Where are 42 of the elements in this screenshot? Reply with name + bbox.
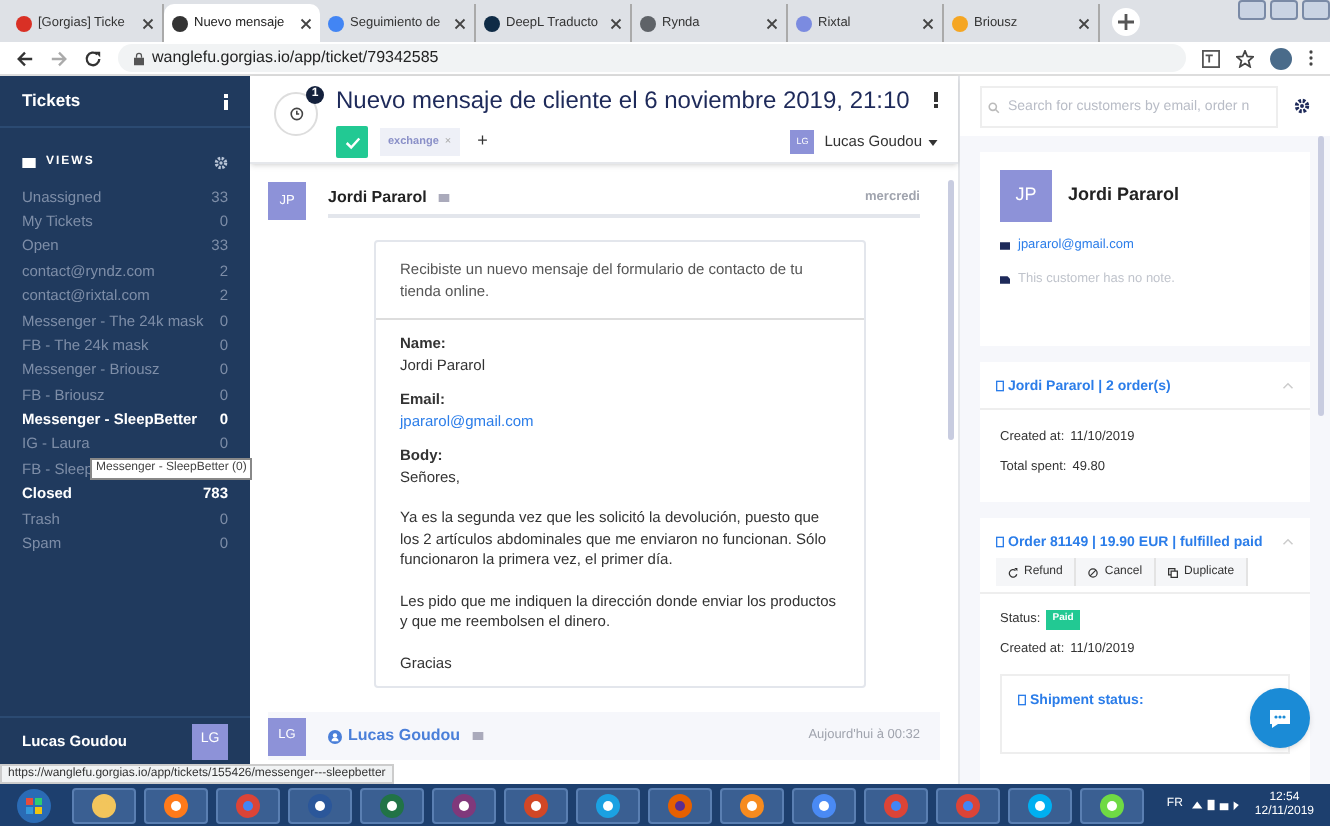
chat-icon (1268, 706, 1292, 730)
url-text: wanglefu.gorgias.io/app/ticket/79342585 (152, 46, 439, 70)
settings-icon[interactable] (1294, 98, 1310, 114)
email-icon (472, 732, 484, 740)
new-tab-icon[interactable] (1112, 8, 1140, 36)
note-icon (1000, 275, 1010, 284)
sidebar-title: Tickets (22, 88, 81, 114)
author-name: Jordi Pararol (328, 186, 427, 210)
agent-icon (328, 729, 342, 743)
author-name: Lucas Goudou (348, 724, 460, 748)
email-icon (438, 194, 451, 202)
close-icon[interactable] (922, 17, 934, 29)
ticket-title: Nuevo mensaje de cliente el 6 noviembre 2019, 21:10 (336, 84, 910, 118)
refund-icon (1008, 567, 1018, 577)
close-icon[interactable] (610, 17, 622, 29)
lock-icon (134, 51, 144, 65)
close-icon[interactable] (1078, 17, 1090, 29)
check-icon (343, 133, 361, 151)
views-icon (22, 158, 36, 168)
customer-name: Jordi Pararol (1068, 182, 1180, 209)
close-icon[interactable] (454, 17, 466, 29)
translate-icon[interactable] (1202, 49, 1220, 67)
close-icon[interactable] (766, 17, 778, 29)
duplicate-icon (1168, 567, 1179, 577)
document-icon (996, 536, 1004, 548)
email-icon (1000, 241, 1010, 250)
history-icon (288, 106, 304, 122)
reload-icon[interactable] (84, 49, 102, 67)
cancel-icon (1088, 567, 1099, 577)
close-icon[interactable] (300, 17, 312, 29)
add-tag-button[interactable]: + (477, 128, 488, 156)
document-icon (996, 380, 1004, 392)
back-icon[interactable] (16, 49, 34, 67)
address-bar[interactable]: wanglefu.gorgias.io/app/ticket/79342585 (118, 44, 1186, 72)
customer-avatar: JP (1000, 170, 1052, 222)
document-icon (1018, 693, 1026, 705)
caret-icon (928, 139, 938, 145)
search-icon (988, 101, 1000, 113)
profile-avatar[interactable] (1270, 47, 1292, 69)
close-icon[interactable] (142, 17, 154, 29)
bookmark-star-icon[interactable] (1236, 49, 1254, 67)
start-button[interactable] (16, 787, 52, 823)
